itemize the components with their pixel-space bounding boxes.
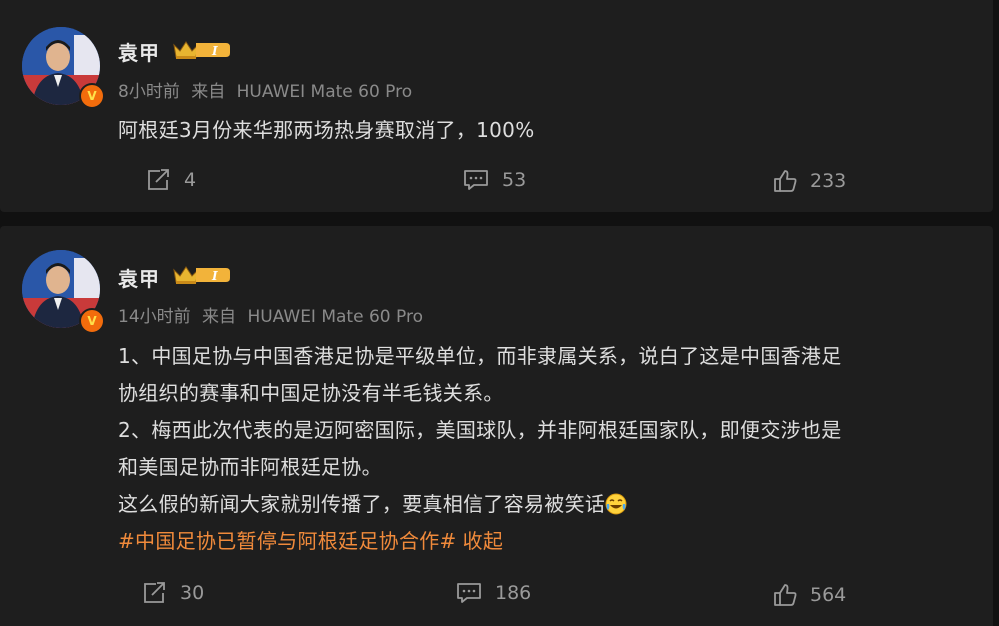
post-text-line: 2、梅西此次代表的是迈阿密国际，美国球队，并非阿根廷国家队，即便交涉也是: [118, 418, 842, 442]
verified-badge-icon: V: [79, 83, 105, 109]
like-count: 564: [810, 584, 847, 606]
source-prefix: 来自: [202, 307, 237, 327]
scrollbar[interactable]: [994, 0, 999, 622]
source-device[interactable]: HUAWEI Mate 60 Pro: [247, 307, 423, 327]
like-count: 233: [810, 170, 847, 192]
member-crown-icon[interactable]: I: [172, 264, 232, 286]
post-meta: 8小时前 来自 HUAWEI Mate 60 Pro: [118, 77, 412, 102]
comment-icon: [457, 583, 481, 603]
post-text-line: 阿根廷3月份来华那两场热身赛取消了，100%: [118, 118, 535, 142]
username[interactable]: 袁甲: [118, 37, 160, 66]
member-crown-icon[interactable]: I: [172, 39, 232, 61]
collapse-link[interactable]: 收起: [463, 529, 504, 553]
thumbs-up-icon: [774, 584, 797, 606]
username[interactable]: 袁甲: [118, 263, 160, 292]
post-text: 阿根廷3月份来华那两场热身赛取消了，100%: [118, 112, 968, 149]
member-level: I: [211, 44, 218, 58]
post-time[interactable]: 14小时前: [118, 307, 191, 327]
member-level: I: [211, 269, 218, 283]
comment-button[interactable]: 53: [462, 168, 526, 192]
topic-hashtag-link[interactable]: #中国足协已暂停与阿根廷足协合作#: [118, 529, 457, 553]
post-text-line: 协组织的赛事和中国足协没有半毛钱关系。: [118, 381, 504, 405]
post-card: V 袁甲 I 14小时前 来自 HUAWEI Mate 60 Pro 1、中国足…: [0, 226, 993, 626]
share-button[interactable]: 4: [146, 168, 196, 192]
comment-button[interactable]: 186: [455, 581, 531, 605]
source-prefix: 来自: [191, 82, 226, 102]
post-text-line: 1、中国足协与中国香港足协是平级单位，而非隶属关系，说白了这是中国香港足: [118, 344, 842, 368]
laughing-crying-emoji-icon: [605, 493, 627, 515]
thumbs-up-icon: [774, 170, 797, 192]
share-icon: [148, 169, 169, 190]
post-text-line-with-emoji: 这么假的新闻大家就别传播了，要真相信了容易被笑话: [118, 486, 968, 523]
source-device[interactable]: HUAWEI Mate 60 Pro: [237, 82, 413, 102]
post-time[interactable]: 8小时前: [118, 82, 180, 102]
share-count: 30: [180, 582, 205, 604]
comment-count: 53: [502, 169, 527, 191]
share-icon: [144, 582, 165, 603]
comment-count: 186: [495, 582, 532, 604]
like-button[interactable]: 564: [772, 582, 846, 608]
share-count: 4: [184, 169, 197, 191]
post-text: 1、中国足协与中国香港足协是平级单位，而非隶属关系，说白了这是中国香港足 协组织…: [118, 338, 968, 560]
comment-icon: [464, 170, 488, 190]
share-button[interactable]: 30: [142, 581, 204, 605]
topic-line: #中国足协已暂停与阿根廷足协合作# 收起: [118, 523, 968, 560]
post-text-line: 和美国足协而非阿根廷足协。: [118, 455, 382, 479]
post-card: V 袁甲 I 8小时前 来自 HUAWEI Mate 60 Pro 阿根廷3月份…: [0, 0, 993, 212]
post-meta: 14小时前 来自 HUAWEI Mate 60 Pro: [118, 302, 423, 327]
post-text-line: 这么假的新闻大家就别传播了，要真相信了容易被笑话: [118, 492, 606, 516]
like-button[interactable]: 233: [772, 168, 846, 194]
verified-badge-icon: V: [79, 308, 105, 334]
